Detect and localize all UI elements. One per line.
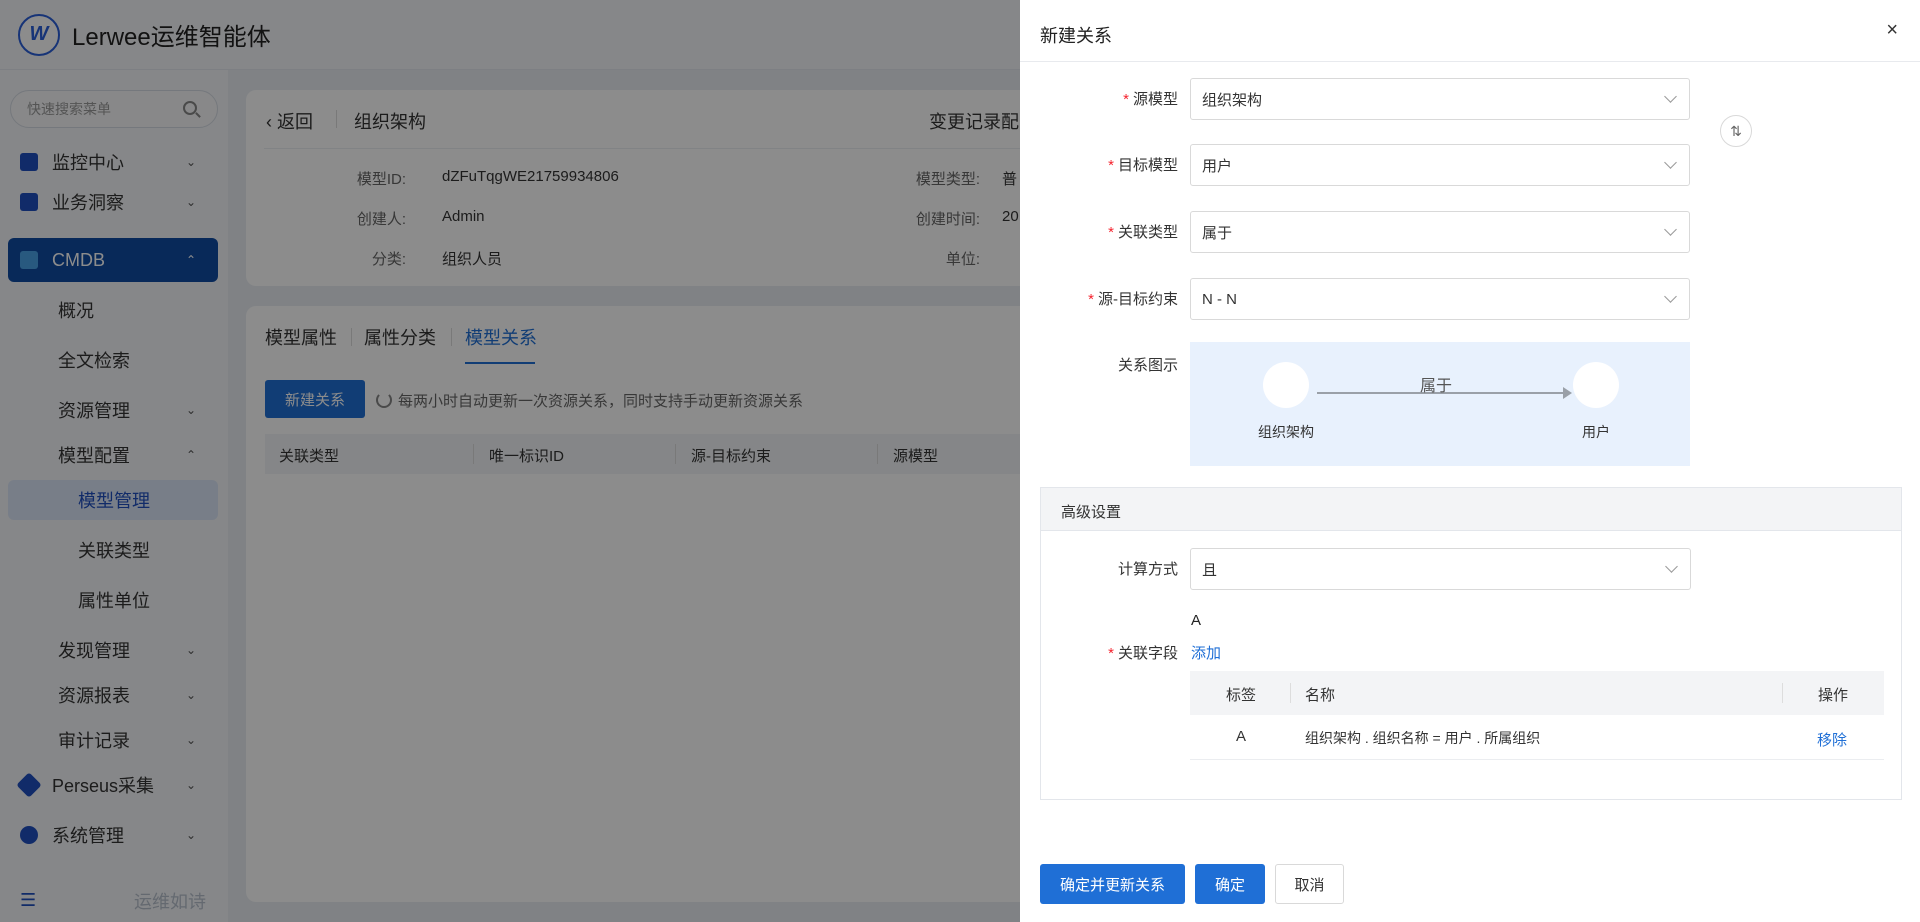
column-divider <box>1782 683 1783 703</box>
target-model-select[interactable]: 用户 <box>1190 144 1690 186</box>
row-divider <box>1190 759 1884 760</box>
relation-label: 属于 <box>1420 378 1453 395</box>
target-node-label: 用户 <box>1582 424 1610 440</box>
drawer-header: 新建关系 × <box>1020 0 1920 62</box>
chevron-down-icon <box>1664 90 1677 103</box>
add-field-link[interactable]: 添加 <box>1191 642 1221 663</box>
advanced-settings-title: 高级设置 <box>1061 504 1122 521</box>
source-model-select[interactable]: 组织架构 <box>1190 78 1690 120</box>
constraint-select[interactable]: N - N <box>1190 278 1690 320</box>
chevron-down-icon <box>1664 290 1677 303</box>
relation-type-value: 属于 <box>1202 224 1233 242</box>
column-divider <box>1290 683 1291 703</box>
calc-method-value: 且 <box>1202 561 1218 579</box>
expression-text: A <box>1191 612 1202 629</box>
confirm-and-update-button[interactable]: 确定并更新关系 <box>1040 864 1185 904</box>
confirm-button[interactable]: 确定 <box>1195 864 1265 904</box>
fields-label: * 关联字段 <box>1108 645 1178 662</box>
chevron-down-icon <box>1664 223 1677 236</box>
source-node-label: 组织架构 <box>1258 424 1314 440</box>
advanced-settings-header: 高级设置 <box>1041 488 1901 531</box>
relation-type-select[interactable]: 属于 <box>1190 211 1690 253</box>
source-node <box>1263 362 1309 408</box>
source-model-value: 组织架构 <box>1202 91 1263 109</box>
swap-direction-button[interactable]: ⇅ <box>1720 115 1752 147</box>
fields-table-header: 标签 名称 操作 <box>1190 671 1884 715</box>
calc-method-label: 计算方式 <box>1117 561 1178 578</box>
cancel-button[interactable]: 取消 <box>1275 864 1344 904</box>
source-model-label: * 源模型 <box>1123 91 1178 108</box>
remove-field-link[interactable]: 移除 <box>1817 729 1847 750</box>
target-model-label: * 目标模型 <box>1108 157 1178 174</box>
constraint-label: * 源-目标约束 <box>1088 291 1178 308</box>
new-relation-drawer: 新建关系 × * 源模型 组织架构 ⇅ * 目标模型 用户 * 关联类型 属于 * 源-… <box>1020 0 1920 922</box>
column-header: 操作 <box>1818 687 1849 704</box>
close-icon[interactable]: × <box>1886 20 1898 40</box>
diagram-label: 关系图示 <box>1117 357 1178 374</box>
target-node <box>1573 362 1619 408</box>
drawer-title: 新建关系 <box>1040 26 1112 46</box>
column-header: 名称 <box>1305 687 1336 704</box>
constraint-value: N - N <box>1202 290 1237 308</box>
chevron-down-icon <box>1664 156 1677 169</box>
target-model-value: 用户 <box>1202 157 1233 175</box>
relation-type-label: * 关联类型 <box>1108 224 1178 241</box>
column-header: 标签 <box>1226 687 1257 704</box>
chevron-down-icon <box>1665 560 1678 573</box>
arrow-right-icon <box>1563 387 1572 399</box>
field-tag: A <box>1236 728 1247 745</box>
calc-method-select[interactable]: 且 <box>1190 548 1691 590</box>
relation-diagram: 属于 组织架构 用户 <box>1190 342 1690 466</box>
field-name: 组织架构 . 组织名称 = 用户 . 所属组织 <box>1305 730 1541 746</box>
